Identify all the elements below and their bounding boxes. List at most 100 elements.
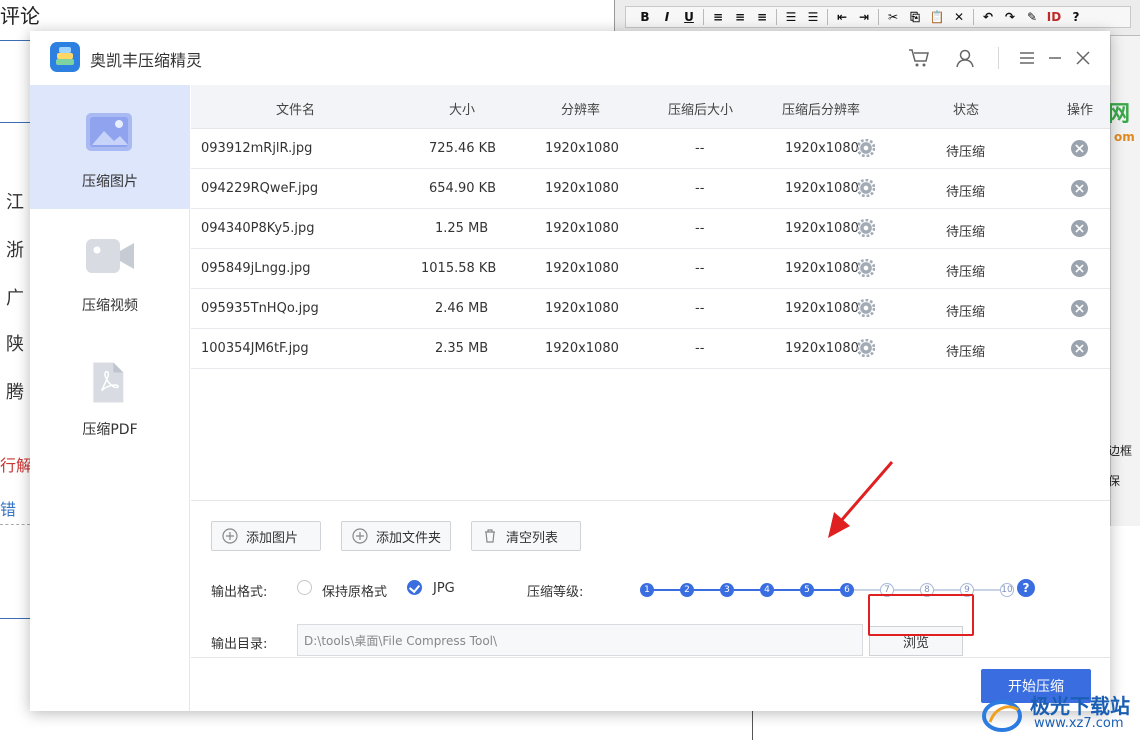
- remove-row-icon[interactable]: [1071, 180, 1088, 197]
- plus-circle-icon: [222, 528, 238, 544]
- title-bar: 奥凯丰压缩精灵: [30, 31, 1110, 85]
- level-4-dot[interactable]: 4: [760, 583, 774, 597]
- column-header-compressed-size: 压缩后大小: [668, 103, 734, 118]
- file-size: 654.90 KB: [429, 181, 497, 196]
- sidebar: 压缩图片 压缩视频 压缩PDF: [30, 85, 190, 711]
- bg-watermark-text: om: [1114, 130, 1135, 144]
- table-row[interactable]: 093912mRjlR.jpg 725.46 KB 1920x1080 -- 1…: [191, 129, 1110, 169]
- remove-row-icon[interactable]: [1071, 340, 1088, 357]
- paste-button[interactable]: 📋: [926, 8, 948, 26]
- file-resolution: 1920x1080: [545, 141, 619, 156]
- table-header: 文件名 大小 分辨率 压缩后大小 压缩后分辨率 状态 操作: [191, 85, 1110, 129]
- ordered-list-button[interactable]: ☰: [780, 8, 802, 26]
- toolbar-separator: [703, 9, 704, 25]
- sidebar-item-label: 压缩图片: [82, 174, 138, 190]
- help-icon[interactable]: ?: [1017, 579, 1035, 597]
- gear-icon[interactable]: [857, 219, 875, 237]
- bg-dashed-line: [0, 524, 30, 525]
- file-size: 725.46 KB: [429, 141, 497, 156]
- compressed-resolution: 1920x1080: [785, 141, 859, 156]
- indent-button[interactable]: ⇥: [853, 8, 875, 26]
- copy-button[interactable]: ⎘: [904, 8, 926, 26]
- level-10-dot[interactable]: 10: [1000, 583, 1014, 597]
- bg-right-label: 边框: [1108, 444, 1133, 458]
- bg-heading: 评论: [0, 4, 40, 28]
- output-dir-field[interactable]: [297, 624, 863, 656]
- menu-icon[interactable]: [1015, 46, 1039, 70]
- plus-circle-icon: [352, 528, 368, 544]
- level-5-dot[interactable]: 5: [800, 583, 814, 597]
- cart-icon[interactable]: [907, 46, 931, 70]
- cut-button[interactable]: ✂: [882, 8, 904, 26]
- level-3-dot[interactable]: 3: [720, 583, 734, 597]
- output-format-label: 输出格式:: [211, 585, 268, 600]
- compressed-size: --: [695, 181, 705, 196]
- compressed-resolution: 1920x1080: [785, 341, 859, 356]
- redo-button[interactable]: ↷: [999, 8, 1021, 26]
- close-icon[interactable]: [1071, 46, 1095, 70]
- table-row[interactable]: 100354JM6tF.jpg 2.35 MB 1920x1080 -- 192…: [191, 329, 1110, 369]
- add-folder-button[interactable]: 添加文件夹: [341, 521, 451, 551]
- compressed-resolution: 1920x1080: [785, 261, 859, 276]
- sidebar-item-compress-pdf[interactable]: 压缩PDF: [30, 333, 190, 457]
- level-6-dot[interactable]: 6: [840, 583, 854, 597]
- jpg-radio[interactable]: [407, 580, 422, 595]
- edit-button[interactable]: ✎: [1021, 8, 1043, 26]
- underline-button[interactable]: U: [678, 8, 700, 26]
- align-right-button[interactable]: ≡: [751, 8, 773, 26]
- level-1-dot[interactable]: 1: [640, 583, 654, 597]
- unordered-list-button[interactable]: ☰: [802, 8, 824, 26]
- annotation-arrow-icon: [828, 461, 894, 538]
- level-2-dot[interactable]: 2: [680, 583, 694, 597]
- id-button[interactable]: ID: [1043, 8, 1065, 26]
- gear-icon[interactable]: [857, 179, 875, 197]
- remove-row-icon[interactable]: [1071, 260, 1088, 277]
- help-button[interactable]: ?: [1065, 8, 1087, 26]
- gear-icon[interactable]: [857, 139, 875, 157]
- watermark-url: www.xz7.com: [1034, 716, 1124, 731]
- table-row[interactable]: 094340P8Ky5.jpg 1.25 MB 1920x1080 -- 192…: [191, 209, 1110, 249]
- file-size: 1.25 MB: [435, 221, 489, 236]
- user-icon[interactable]: [953, 46, 977, 70]
- toolbar-separator: [827, 9, 828, 25]
- gear-icon[interactable]: [857, 299, 875, 317]
- table-row[interactable]: 095849jLngg.jpg 1015.58 KB 1920x1080 -- …: [191, 249, 1110, 289]
- remove-row-icon[interactable]: [1071, 140, 1088, 157]
- align-center-button[interactable]: ≡: [729, 8, 751, 26]
- sidebar-item-compress-image[interactable]: 压缩图片: [30, 85, 190, 209]
- minimize-icon[interactable]: [1043, 46, 1067, 70]
- titlebar-divider: [998, 47, 999, 69]
- sidebar-item-compress-video[interactable]: 压缩视频: [30, 209, 190, 333]
- keep-format-radio[interactable]: [297, 580, 312, 595]
- toolbar-separator: [776, 9, 777, 25]
- compressed-size: --: [695, 341, 705, 356]
- column-header-actions: 操作: [1067, 103, 1094, 118]
- file-name: 100354JM6tF.jpg: [201, 341, 309, 356]
- delete-button[interactable]: ✕: [948, 8, 970, 26]
- remove-row-icon[interactable]: [1071, 300, 1088, 317]
- remove-row-icon[interactable]: [1071, 220, 1088, 237]
- gear-icon[interactable]: [857, 259, 875, 277]
- file-name: 093912mRjlR.jpg: [201, 141, 313, 156]
- outdent-button[interactable]: ⇤: [831, 8, 853, 26]
- image-icon: [86, 113, 132, 151]
- file-resolution: 1920x1080: [545, 181, 619, 196]
- bold-button[interactable]: B: [634, 8, 656, 26]
- column-header-status: 状态: [953, 103, 980, 118]
- gear-icon[interactable]: [857, 339, 875, 357]
- align-left-button[interactable]: ≡: [707, 8, 729, 26]
- bg-divider: [0, 122, 30, 123]
- italic-button[interactable]: I: [656, 8, 678, 26]
- file-name: 095935TnHQo.jpg: [201, 301, 319, 316]
- table-row[interactable]: 094229RQweF.jpg 654.90 KB 1920x1080 -- 1…: [191, 169, 1110, 209]
- clear-list-button[interactable]: 清空列表: [471, 521, 581, 551]
- bg-side-text: 浙: [6, 240, 24, 261]
- app-title: 奥凯丰压缩精灵: [90, 51, 203, 70]
- bg-red-link: 行解: [0, 456, 33, 475]
- footer-bar: 开始压缩: [191, 657, 1110, 711]
- compressed-resolution: 1920x1080: [785, 181, 859, 196]
- add-image-label: 添加图片: [246, 530, 299, 546]
- table-row[interactable]: 095935TnHQo.jpg 2.46 MB 1920x1080 -- 192…: [191, 289, 1110, 329]
- undo-button[interactable]: ↶: [977, 8, 999, 26]
- add-image-button[interactable]: 添加图片: [211, 521, 321, 551]
